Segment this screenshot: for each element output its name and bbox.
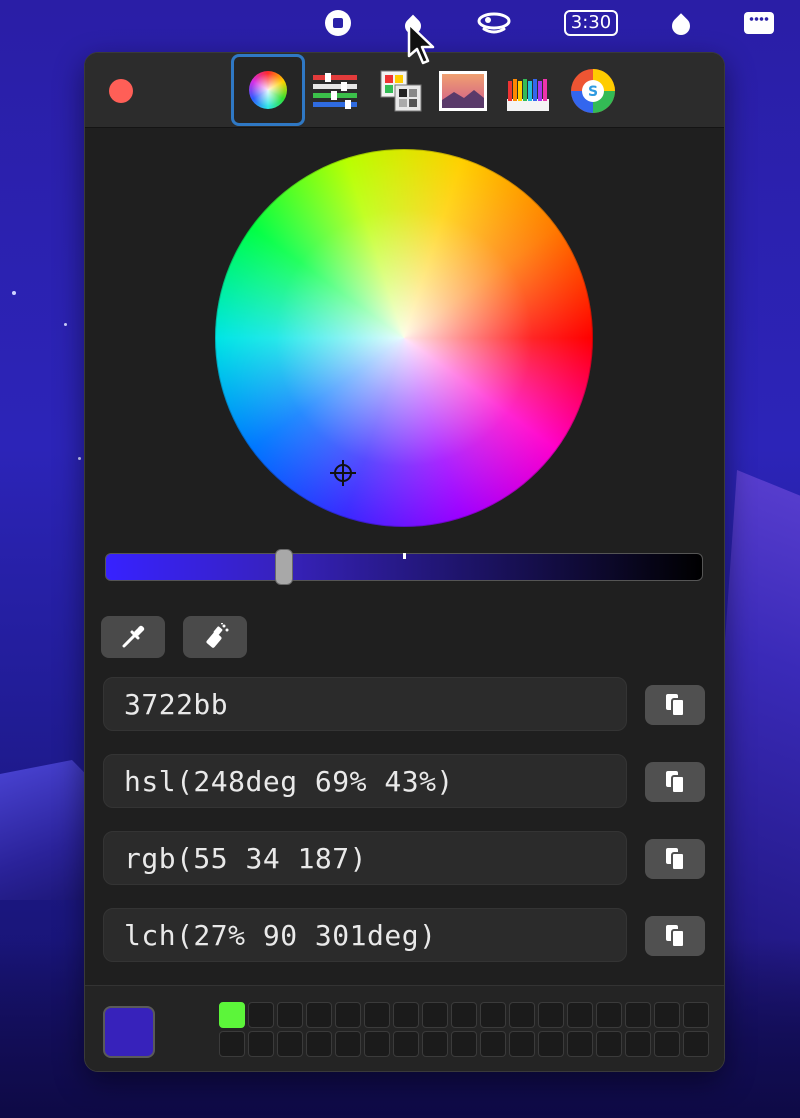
hsl-field[interactable]: hsl(248deg 69% 43%) bbox=[103, 754, 627, 808]
history-swatch[interactable] bbox=[509, 1002, 535, 1028]
lch-field[interactable]: lch(27% 90 301deg) bbox=[103, 908, 627, 962]
history-swatch[interactable] bbox=[567, 1002, 593, 1028]
color-history-grid bbox=[219, 1002, 709, 1057]
history-swatch[interactable] bbox=[567, 1031, 593, 1057]
rgb-field[interactable]: rgb(55 34 187) bbox=[103, 831, 627, 885]
current-color-swatch[interactable] bbox=[103, 1006, 155, 1058]
history-swatch[interactable] bbox=[393, 1002, 419, 1028]
cloud-sync-icon[interactable] bbox=[474, 9, 514, 37]
history-swatch[interactable] bbox=[393, 1031, 419, 1057]
copy-icon bbox=[666, 848, 685, 871]
color-wheel-icon bbox=[249, 71, 287, 109]
history-swatch[interactable] bbox=[306, 1031, 332, 1057]
sliders-icon bbox=[313, 73, 357, 109]
palettes-icon bbox=[380, 70, 422, 112]
color-history-bar bbox=[85, 985, 724, 1071]
sprayer-icon bbox=[206, 623, 229, 648]
close-button[interactable] bbox=[109, 79, 133, 103]
history-swatch[interactable] bbox=[248, 1031, 274, 1057]
history-swatch[interactable] bbox=[422, 1031, 448, 1057]
copy-icon bbox=[666, 925, 685, 948]
clock-battery-icon[interactable]: 3:30 bbox=[560, 9, 622, 37]
mode-toolbar: S bbox=[85, 53, 724, 128]
image-palettes-tab[interactable] bbox=[435, 63, 491, 119]
copy-hex-button[interactable] bbox=[645, 685, 705, 725]
svg-text:S: S bbox=[588, 84, 598, 100]
history-swatch[interactable] bbox=[277, 1002, 303, 1028]
color-picker-window: S 3722bb hsl(248deg 69% 43%) rgb(55 34 1… bbox=[84, 52, 725, 1072]
history-swatch[interactable] bbox=[277, 1031, 303, 1057]
eyedropper-button[interactable] bbox=[101, 616, 165, 658]
brightness-slider-thumb[interactable] bbox=[275, 549, 294, 585]
image-icon bbox=[439, 71, 487, 111]
menu-clock: 3:30 bbox=[563, 10, 619, 36]
history-swatch[interactable] bbox=[219, 1002, 245, 1028]
history-swatch[interactable] bbox=[625, 1031, 651, 1057]
history-swatch[interactable] bbox=[480, 1031, 506, 1057]
mouse-cursor-icon bbox=[407, 22, 435, 65]
history-swatch[interactable] bbox=[219, 1031, 245, 1057]
color-palettes-tab[interactable] bbox=[373, 63, 429, 119]
wallpaper-star bbox=[64, 323, 67, 326]
wallpaper-star bbox=[78, 457, 81, 460]
history-swatch[interactable] bbox=[509, 1031, 535, 1057]
history-swatch[interactable] bbox=[683, 1002, 709, 1028]
history-swatch[interactable] bbox=[364, 1002, 390, 1028]
wheel-crosshair-icon[interactable] bbox=[329, 459, 357, 487]
copy-icon bbox=[666, 771, 685, 794]
copy-hsl-button[interactable] bbox=[645, 762, 705, 802]
color-wheel[interactable] bbox=[215, 149, 593, 527]
history-swatch[interactable] bbox=[596, 1031, 622, 1057]
sprayer-button[interactable] bbox=[183, 616, 247, 658]
spectrum-tab[interactable]: S bbox=[565, 63, 621, 119]
brightness-slider-tick bbox=[403, 553, 406, 559]
history-swatch[interactable] bbox=[451, 1002, 477, 1028]
color-sliders-tab[interactable] bbox=[307, 63, 363, 119]
history-swatch[interactable] bbox=[364, 1031, 390, 1057]
history-swatch[interactable] bbox=[451, 1031, 477, 1057]
history-swatch[interactable] bbox=[335, 1002, 361, 1028]
copy-icon bbox=[666, 694, 685, 717]
history-swatch[interactable] bbox=[625, 1002, 651, 1028]
history-swatch[interactable] bbox=[306, 1002, 332, 1028]
stop-recording-icon[interactable] bbox=[322, 9, 354, 37]
copy-rgb-button[interactable] bbox=[645, 839, 705, 879]
menu-bar: 3:30 bbox=[0, 0, 800, 46]
history-swatch[interactable] bbox=[538, 1002, 564, 1028]
history-swatch[interactable] bbox=[683, 1031, 709, 1057]
hex-field[interactable]: 3722bb bbox=[103, 677, 627, 731]
eyedropper-icon bbox=[122, 625, 145, 648]
color-wheel-tab[interactable] bbox=[231, 54, 305, 126]
history-swatch[interactable] bbox=[480, 1002, 506, 1028]
copy-lch-button[interactable] bbox=[645, 916, 705, 956]
color-wheel-gradient[interactable] bbox=[215, 149, 593, 527]
pencils-icon bbox=[507, 79, 549, 111]
drop-icon[interactable] bbox=[668, 9, 694, 39]
pencils-tab[interactable] bbox=[500, 63, 556, 119]
wallpaper-star bbox=[12, 291, 16, 295]
history-swatch[interactable] bbox=[654, 1031, 680, 1057]
history-swatch[interactable] bbox=[422, 1002, 448, 1028]
spectrum-icon: S bbox=[571, 69, 615, 113]
history-swatch[interactable] bbox=[596, 1002, 622, 1028]
history-swatch[interactable] bbox=[538, 1031, 564, 1057]
control-strip-icon[interactable] bbox=[742, 9, 776, 37]
history-swatch[interactable] bbox=[335, 1031, 361, 1057]
history-swatch[interactable] bbox=[248, 1002, 274, 1028]
history-swatch[interactable] bbox=[654, 1002, 680, 1028]
